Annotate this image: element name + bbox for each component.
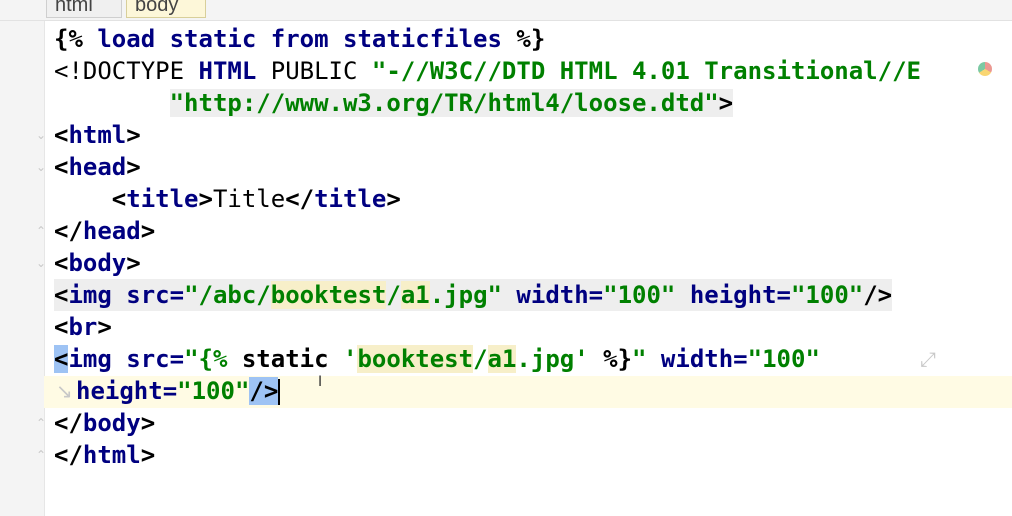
code-editor[interactable]: {% load static from staticfiles %} <!DOC… [44, 21, 1012, 516]
code-token: html [68, 121, 127, 149]
text-caret [278, 379, 281, 405]
code-token: "{% [184, 345, 242, 373]
code-token: "100" [177, 377, 250, 405]
code-token: </ [54, 441, 83, 469]
code-token: " [632, 345, 647, 373]
code-token: < [54, 153, 69, 181]
soft-wrap-icon: ⤢ [920, 347, 936, 371]
code-token: < [54, 345, 69, 373]
code-token: / [386, 281, 401, 309]
code-token: body [68, 249, 127, 277]
code-token: / [473, 345, 488, 373]
code-token: .jpg" [429, 281, 502, 309]
code-token: "/abc/ [184, 281, 271, 309]
code-line[interactable]: <title>Title</title> [54, 183, 401, 215]
code-token: Title [212, 185, 286, 213]
code-line[interactable]: <img src="/abc/booktest/a1.jpg" width="1… [54, 279, 893, 311]
code-token: "http://www.w3.org/TR/html4/loose.dtd" [169, 89, 719, 117]
code-token: > [126, 121, 141, 149]
code-token: < [54, 249, 69, 277]
code-token: > [140, 217, 156, 245]
code-token: < [54, 313, 69, 341]
code-token: > [97, 313, 112, 341]
code-token: > [126, 249, 141, 277]
code-token: width= [646, 345, 748, 373]
code-line[interactable]: "http://www.w3.org/TR/html4/loose.dtd"> [54, 87, 734, 119]
code-token: img [68, 281, 112, 309]
code-token: body [82, 409, 141, 437]
code-token: ' [343, 345, 358, 373]
code-token: br [68, 313, 98, 341]
code-token: head [82, 217, 141, 245]
code-token: > [140, 409, 156, 437]
code-token: "-//W3C//DTD HTML 4.01 Transitional//E [371, 57, 921, 85]
code-token: head [68, 153, 127, 181]
code-token: > [718, 89, 734, 117]
code-token: > [126, 153, 141, 181]
breadcrumb-item-body[interactable]: body [126, 0, 206, 18]
editor-gutter: ⌄ ⌄ ⌃ ⌄ ⌃ ⌃ [0, 21, 46, 516]
code-token: src= [111, 281, 185, 309]
code-token: src= [111, 345, 185, 373]
code-line[interactable]: <br> [54, 311, 112, 343]
code-token: height= [675, 281, 791, 309]
code-line[interactable]: <img src="{% static 'booktest/a1.jpg' %}… [54, 343, 820, 375]
code-token: < [54, 281, 69, 309]
code-token: HTML [198, 57, 257, 85]
code-token: booktest [270, 281, 387, 309]
code-token: height= [76, 377, 178, 405]
code-token: html [82, 441, 141, 469]
breadcrumb: html body [0, 0, 1012, 21]
code-token: </ [54, 217, 83, 245]
mouse-cursor-icon: I [318, 374, 323, 390]
chrome-icon[interactable] [978, 62, 992, 76]
code-line[interactable]: </body> [54, 407, 155, 439]
code-token: booktest [357, 345, 474, 373]
code-token: < [54, 121, 69, 149]
code-token: load static from staticfiles [97, 25, 502, 53]
soft-wrap-icon: ↘ [56, 379, 73, 403]
code-line[interactable]: <body> [54, 247, 141, 279]
code-token: </ [54, 409, 83, 437]
code-line[interactable]: </html> [54, 439, 155, 471]
code-token: > [140, 441, 156, 469]
code-token: .jpg [516, 345, 575, 373]
code-token: title [314, 185, 387, 213]
code-token: <!DOCTYPE [54, 57, 199, 85]
code-token: "100" [747, 345, 820, 373]
code-token: > [198, 185, 213, 213]
code-token: %} [501, 25, 546, 53]
code-line[interactable]: {% load static from staticfiles %} [54, 23, 545, 55]
code-token: ' [574, 345, 589, 373]
code-line[interactable]: </head> [54, 215, 155, 247]
code-token: {% [54, 25, 98, 53]
code-token: title [126, 185, 199, 213]
code-token: </ [285, 185, 315, 213]
code-token: "100" [603, 281, 676, 309]
code-token: width= [501, 281, 604, 309]
code-token: PUBLIC [256, 57, 372, 85]
breadcrumb-item-html[interactable]: html [46, 0, 122, 18]
code-token: a1 [400, 281, 430, 309]
code-token: < [54, 185, 127, 213]
code-token: "100" [790, 281, 864, 309]
code-line[interactable]: <html> [54, 119, 141, 151]
code-token: /> [863, 281, 893, 309]
code-line[interactable]: <!DOCTYPE HTML PUBLIC "-//W3C//DTD HTML … [54, 55, 921, 87]
code-token: %} [588, 345, 633, 373]
code-line[interactable]: height="100"/> [76, 375, 281, 407]
code-token: a1 [487, 345, 517, 373]
code-token: /> [249, 377, 279, 405]
code-token: static [241, 345, 344, 373]
code-token: > [386, 185, 401, 213]
code-token: img [68, 345, 112, 373]
code-line[interactable]: <head> [54, 151, 141, 183]
